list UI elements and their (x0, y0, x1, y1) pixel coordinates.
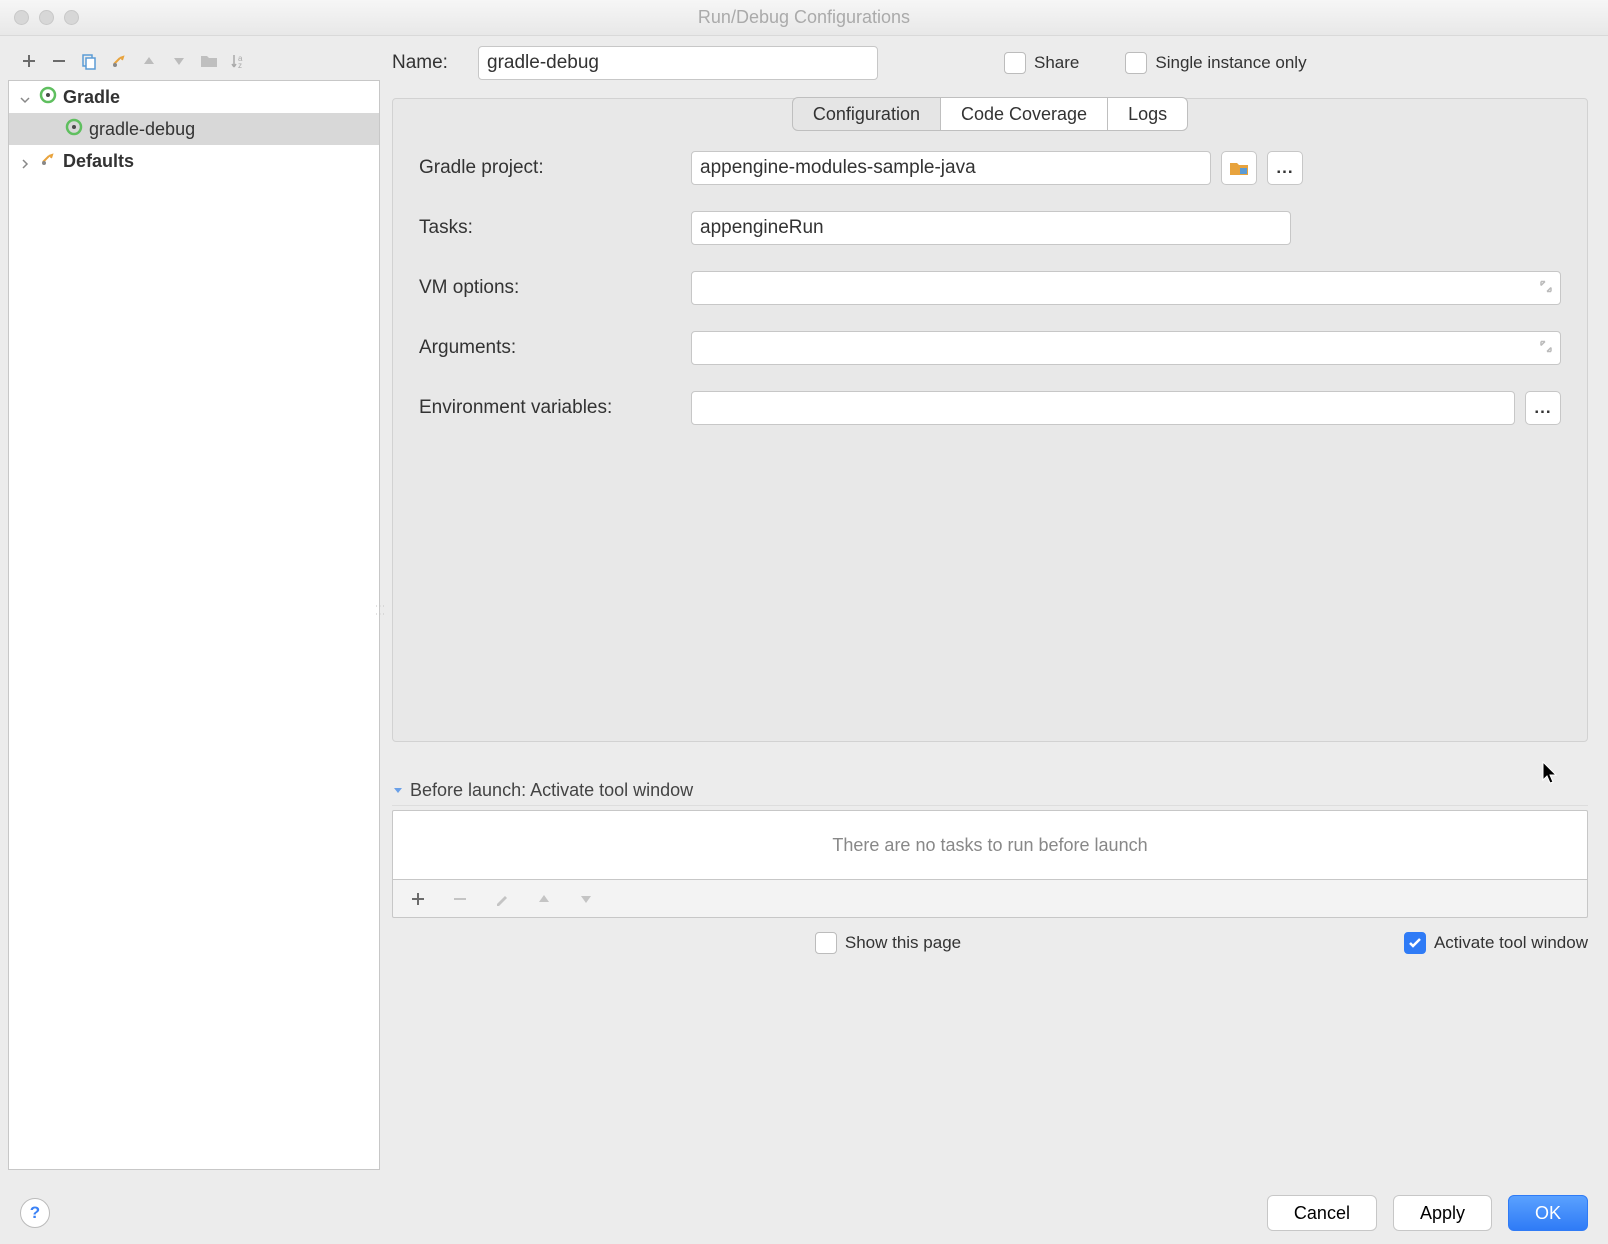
vm-options-label: VM options: (419, 277, 679, 299)
vm-options-input[interactable] (691, 271, 1561, 305)
tree-node-gradle-debug[interactable]: gradle-debug (9, 113, 379, 145)
tab-label: Code Coverage (961, 104, 1087, 125)
gradle-project-label: Gradle project: (419, 157, 679, 179)
config-pane: Configuration Code Coverage Logs Gradle … (392, 98, 1588, 742)
resize-grip[interactable]: ⋮⋮ (374, 601, 385, 617)
tree-node-gradle[interactable]: Gradle (9, 81, 379, 113)
before-launch-section: Before launch: Activate tool window Ther… (392, 780, 1588, 918)
chevron-down-icon[interactable] (392, 780, 404, 801)
arguments-label: Arguments: (419, 337, 679, 359)
add-icon[interactable] (407, 888, 429, 910)
before-launch-toolbar (392, 880, 1588, 918)
tab-logs[interactable]: Logs (1108, 97, 1188, 131)
remove-icon[interactable] (48, 50, 70, 72)
name-label: Name: (392, 52, 462, 74)
env-vars-label: Environment variables: (419, 397, 679, 419)
browse-project-button[interactable]: ... (1267, 151, 1303, 185)
copy-icon[interactable] (78, 50, 100, 72)
registered-project-button[interactable] (1221, 151, 1257, 185)
env-vars-browse-button[interactable]: ... (1525, 391, 1561, 425)
gradle-project-input[interactable] (691, 151, 1211, 185)
expand-icon[interactable] (1539, 280, 1553, 297)
activate-tool-window-label: Activate tool window (1434, 933, 1588, 953)
move-up-icon[interactable] (138, 50, 160, 72)
arguments-input[interactable] (691, 331, 1561, 365)
remove-icon (449, 888, 471, 910)
settings-icon[interactable] (108, 50, 130, 72)
wrench-icon (39, 150, 57, 173)
sort-icon[interactable]: az (228, 50, 250, 72)
main-panel: ⋮⋮ Name: Share Single instance only Conf… (380, 36, 1608, 1182)
show-this-page-label: Show this page (845, 933, 961, 953)
gradle-icon (65, 118, 83, 141)
svg-text:z: z (238, 61, 242, 70)
single-instance-checkbox[interactable] (1125, 52, 1147, 74)
single-instance-label: Single instance only (1155, 53, 1306, 73)
apply-button[interactable]: Apply (1393, 1195, 1492, 1231)
titlebar: Run/Debug Configurations (0, 0, 1608, 36)
before-launch-empty: There are no tasks to run before launch (832, 835, 1147, 856)
chevron-down-icon[interactable] (19, 90, 33, 104)
tasks-label: Tasks: (419, 217, 679, 239)
tree-node-defaults[interactable]: Defaults (9, 145, 379, 177)
sidebar: az Gradle gradle-debug (0, 36, 380, 1182)
move-down-icon (575, 888, 597, 910)
share-checkbox[interactable] (1004, 52, 1026, 74)
expand-icon[interactable] (1539, 340, 1553, 357)
dialog-footer: ? Cancel Apply OK (0, 1182, 1608, 1244)
chevron-right-icon[interactable] (19, 154, 33, 168)
cancel-button[interactable]: Cancel (1267, 1195, 1377, 1231)
tree-label: Gradle (63, 87, 120, 108)
ok-button[interactable]: OK (1508, 1195, 1588, 1231)
add-icon[interactable] (18, 50, 40, 72)
tab-bar: Configuration Code Coverage Logs (393, 97, 1587, 131)
tasks-input[interactable] (691, 211, 1291, 245)
config-tree[interactable]: Gradle gradle-debug Defaults (8, 80, 380, 1170)
window-title: Run/Debug Configurations (0, 7, 1608, 28)
help-button[interactable]: ? (20, 1198, 50, 1228)
before-launch-title: Before launch: Activate tool window (410, 780, 693, 801)
move-down-icon[interactable] (168, 50, 190, 72)
tab-label: Logs (1128, 104, 1167, 125)
show-this-page-checkbox[interactable] (815, 932, 837, 954)
name-input[interactable] (478, 46, 878, 80)
share-label: Share (1034, 53, 1079, 73)
sidebar-toolbar: az (8, 44, 380, 80)
move-up-icon (533, 888, 555, 910)
before-launch-list[interactable]: There are no tasks to run before launch (392, 810, 1588, 880)
activate-tool-window-checkbox[interactable] (1404, 932, 1426, 954)
tab-label: Configuration (813, 104, 920, 125)
folder-icon[interactable] (198, 50, 220, 72)
env-vars-input[interactable] (691, 391, 1515, 425)
tree-label: gradle-debug (89, 119, 195, 140)
tree-label: Defaults (63, 151, 134, 172)
gradle-icon (39, 86, 57, 109)
tab-code-coverage[interactable]: Code Coverage (941, 97, 1108, 131)
tab-configuration[interactable]: Configuration (792, 97, 941, 131)
edit-icon (491, 888, 513, 910)
